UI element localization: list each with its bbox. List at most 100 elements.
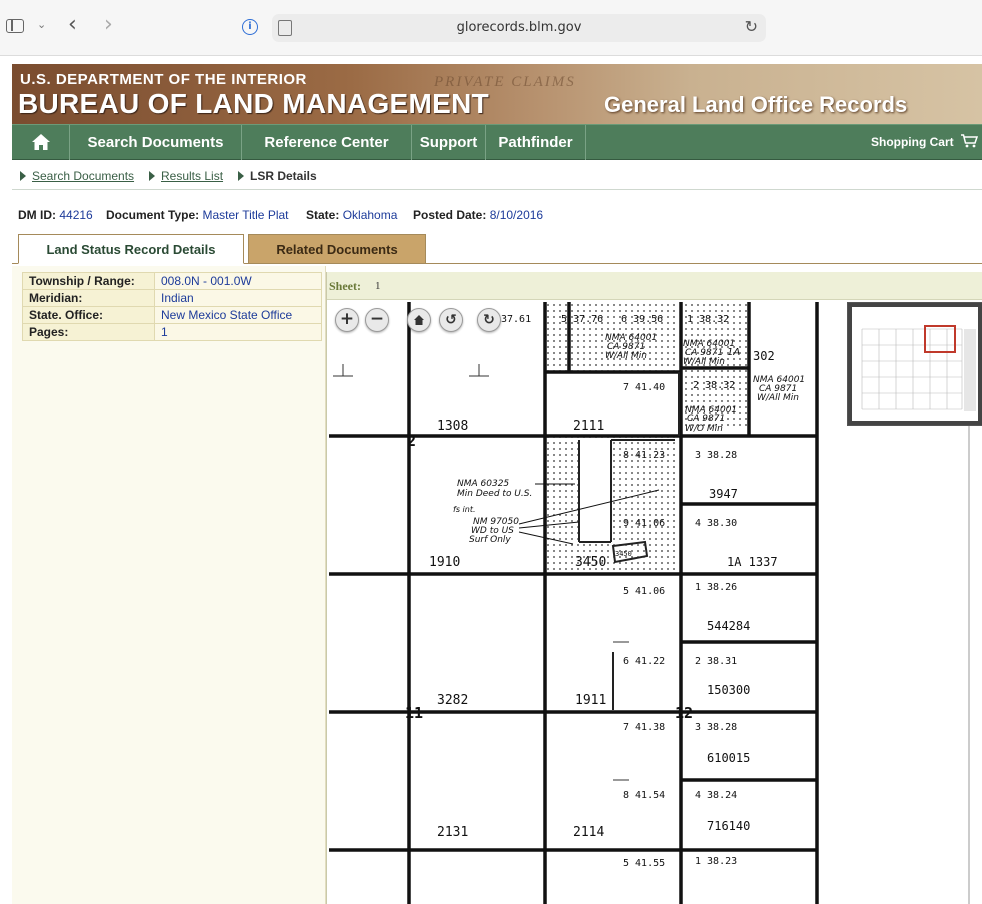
detail-key: Pages: xyxy=(22,323,155,341)
browser-toolbar: ⌄ ‹ › i glorecords.blm.gov ↻ xyxy=(0,0,982,56)
rotate-left-button[interactable]: ↺ xyxy=(439,308,463,332)
lot-acreage: 1 38.23 xyxy=(695,856,737,867)
plat-label: 2131 xyxy=(437,825,468,840)
plat-label: 3282 xyxy=(437,693,468,708)
sidebar-toggle-icon[interactable] xyxy=(6,19,24,33)
state-value: Oklahoma xyxy=(342,208,398,222)
zoom-in-button[interactable]: + xyxy=(335,308,359,332)
plat-label: 1A 1337 xyxy=(727,555,778,569)
lot-acreage: 5 37.76 xyxy=(561,314,603,325)
breadcrumb-current: LSR Details xyxy=(250,169,317,183)
reload-icon[interactable]: ↻ xyxy=(745,17,758,36)
annotation: Surf Only xyxy=(469,535,511,545)
posted-date-label: Posted Date: xyxy=(413,208,487,222)
plat-label: 3450 xyxy=(615,550,632,558)
plat-label: 3450 xyxy=(575,555,606,570)
breadcrumb-results-list[interactable]: Results List xyxy=(161,169,223,183)
annotation: CA 9871 xyxy=(687,414,725,424)
chevron-down-icon[interactable]: ⌄ xyxy=(37,18,46,31)
table-row: Meridian: Indian xyxy=(22,289,322,307)
lot-acreage: 5 41.06 xyxy=(623,586,665,597)
bureau-name[interactable]: BUREAU OF LAND MANAGEMENT xyxy=(18,88,489,120)
annotation: Min Deed to U.S. xyxy=(457,489,532,499)
plat-label: 2114 xyxy=(573,825,604,840)
nav-reference-center[interactable]: Reference Center xyxy=(242,125,412,160)
details-table: Township / Range: 008.0N - 001.0W Meridia… xyxy=(22,272,322,341)
table-row: Pages: 1 xyxy=(22,323,322,341)
forward-arrow-icon[interactable]: › xyxy=(104,12,113,37)
breadcrumb-arrow-icon xyxy=(20,171,26,181)
annotation: fs int. xyxy=(453,505,476,514)
tab-related-documents[interactable]: Related Documents xyxy=(248,234,426,264)
breadcrumb-arrow-icon xyxy=(238,171,244,181)
tab-land-status-record-details[interactable]: Land Status Record Details xyxy=(18,234,244,264)
annotation: W/All Min xyxy=(605,351,647,361)
site-title[interactable]: General Land Office Records xyxy=(604,92,907,118)
plat-label: 2111 xyxy=(573,419,604,434)
detail-key: Township / Range: xyxy=(22,272,155,290)
detail-tabs: Land Status Record Details Related Docum… xyxy=(12,234,982,264)
nav-pathfinder[interactable]: Pathfinder xyxy=(486,125,586,160)
department-name: U.S. DEPARTMENT OF THE INTERIOR xyxy=(20,71,307,88)
site-banner: PRIVATE CLAIMS U.S. DEPARTMENT OF THE IN… xyxy=(12,64,982,124)
minus-icon: − xyxy=(369,309,385,329)
back-arrow-icon[interactable]: ‹ xyxy=(68,12,77,37)
lot-acreage: 3 38.28 xyxy=(695,450,737,461)
detail-value: 008.0N - 001.0W xyxy=(154,272,322,290)
plat-label: 1911 xyxy=(575,693,606,708)
dm-id-value: 44216 xyxy=(59,208,93,222)
nav-support[interactable]: Support xyxy=(412,125,486,160)
shopping-cart-link[interactable]: Shopping Cart xyxy=(870,125,979,160)
table-row: Township / Range: 008.0N - 001.0W xyxy=(22,272,322,290)
detail-key: Meridian: xyxy=(22,289,155,307)
plat-image[interactable]: 1308 2111 1910 3450 3282 1911 2131 2 11 4 … xyxy=(329,302,982,904)
lot-acreage: 7 41.40 xyxy=(623,382,665,393)
details-panel: Township / Range: 008.0N - 001.0W Meridia… xyxy=(12,266,326,904)
unstippled-area xyxy=(581,440,611,540)
plat-label: 1910 xyxy=(429,555,460,570)
detail-key: State. Office: xyxy=(22,306,155,324)
address-bar[interactable]: glorecords.blm.gov ↻ xyxy=(272,14,766,42)
lot-acreage: 37.61 xyxy=(501,314,531,325)
lot-acreage: 8 41.23 xyxy=(623,450,665,461)
overview-navigator[interactable] xyxy=(847,302,982,426)
annotation: W/All Min xyxy=(757,393,799,403)
lot-acreage: 7 41.38 xyxy=(623,722,665,733)
table-row: State. Office: New Mexico State Office xyxy=(22,306,322,324)
home-button[interactable] xyxy=(12,125,70,160)
lot-acreage: 2 38.32 xyxy=(693,380,735,391)
overview-grid xyxy=(861,328,976,411)
cart-icon xyxy=(961,134,979,148)
annotation: NMA 60325 xyxy=(457,479,509,489)
nav-search-documents[interactable]: Search Documents xyxy=(70,125,242,160)
detail-value: Indian xyxy=(154,289,322,307)
plat-label: 3947 xyxy=(709,487,738,501)
breadcrumb-search-documents[interactable]: Search Documents xyxy=(32,169,134,183)
lot-acreage: 5 41.55 xyxy=(623,858,665,869)
rotate-right-button[interactable]: ↻ xyxy=(477,308,501,332)
overview-viewport-box[interactable] xyxy=(924,325,956,353)
plat-label: 610015 xyxy=(707,751,750,765)
section-number: 11 xyxy=(405,704,423,722)
main-nav: Search Documents Reference Center Suppor… xyxy=(12,124,982,160)
posted-date-value: 8/10/2016 xyxy=(489,208,544,222)
sheet-number[interactable]: 1 xyxy=(375,280,381,292)
home-icon xyxy=(414,315,424,325)
shopping-cart-label: Shopping Cart xyxy=(870,135,954,149)
annotation: W/O Min xyxy=(685,424,723,434)
breadcrumb-arrow-icon xyxy=(149,171,155,181)
lot-acreage: 9 41.06 xyxy=(623,518,665,529)
sheet-label: Sheet: xyxy=(329,279,361,293)
breadcrumb: Search Documents Results List LSR Detail… xyxy=(12,164,982,190)
plat-label: 302 xyxy=(753,349,775,363)
lot-acreage: 4 38.24 xyxy=(695,790,737,801)
home-view-button[interactable] xyxy=(407,308,431,332)
zoom-out-button[interactable]: − xyxy=(365,308,389,332)
lot-acreage: 1 38.26 xyxy=(695,582,737,593)
privacy-info-icon[interactable]: i xyxy=(242,19,258,35)
home-icon xyxy=(32,134,50,150)
lot-acreage: 4 38.30 xyxy=(695,518,737,529)
rotate-right-icon: ↻ xyxy=(483,312,495,328)
annotation: 1A xyxy=(727,347,740,358)
document-type-label: Document Type: xyxy=(106,208,200,222)
